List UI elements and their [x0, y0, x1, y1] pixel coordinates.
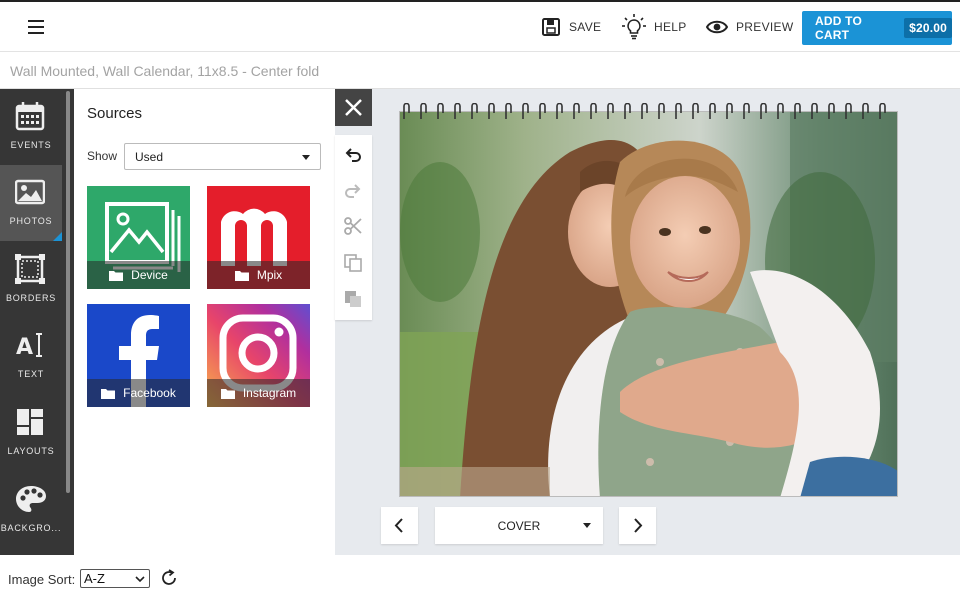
close-icon	[345, 99, 362, 116]
tile-caption: Instagram	[207, 379, 310, 407]
tile-caption: Mpix	[207, 261, 310, 289]
preview-button[interactable]: PREVIEW	[706, 14, 793, 40]
footer-bar: Image Sort: A-Z	[0, 555, 960, 594]
floppy-disk-icon	[542, 18, 560, 36]
image-sort-label: Image Sort:	[8, 572, 76, 587]
chevron-right-icon	[634, 518, 643, 533]
spiral-binding	[403, 103, 886, 119]
tile-caption: Device	[87, 261, 190, 289]
project-title: Wall Mounted, Wall Calendar, 11x8.5 - Ce…	[10, 63, 320, 79]
sidebar-item-label: TEXT	[17, 369, 45, 379]
folder-icon	[234, 270, 249, 281]
eye-icon	[706, 20, 728, 34]
sidebar-item-label: EVENTS	[10, 140, 52, 150]
chevron-down-icon	[135, 576, 145, 583]
sidebar-item-label: BACKGRO...	[0, 523, 62, 533]
folder-icon	[101, 388, 116, 399]
source-tile-device[interactable]: Device	[87, 186, 190, 289]
palette-icon	[16, 486, 46, 512]
undo-icon[interactable]	[343, 145, 363, 165]
hamburger-icon[interactable]	[26, 18, 46, 36]
sidebar-item-photos[interactable]: PHOTOS	[0, 165, 62, 241]
page-select-dropdown[interactable]: COVER	[435, 507, 603, 544]
source-tile-mpix[interactable]: Mpix	[207, 186, 310, 289]
tile-label: Device	[131, 268, 168, 282]
sidebar-item-borders[interactable]: BORDERS	[0, 242, 62, 318]
close-panel-button[interactable]	[335, 89, 372, 126]
refresh-icon[interactable]	[160, 569, 178, 587]
sidebar-item-label: PHOTOS	[9, 216, 53, 226]
photo-icon	[15, 179, 45, 205]
tile-label: Instagram	[242, 386, 297, 400]
sources-title: Sources	[87, 105, 143, 122]
edit-toolbar	[335, 135, 372, 320]
sidebar-item-text[interactable]: A TEXT	[0, 318, 62, 394]
preview-label: PREVIEW	[736, 20, 794, 34]
calendar-icon	[15, 102, 45, 131]
project-title-bar: Wall Mounted, Wall Calendar, 11x8.5 - Ce…	[0, 53, 960, 89]
tile-caption: Facebook	[87, 379, 190, 407]
source-tile-instagram[interactable]: Instagram	[207, 304, 310, 407]
sidebar-item-backgrounds[interactable]: BACKGRO...	[0, 472, 62, 548]
sidebar-scrollbar[interactable]	[66, 91, 70, 493]
copy-icon[interactable]	[343, 253, 363, 273]
save-label: SAVE	[569, 20, 602, 34]
show-label: Show	[87, 149, 118, 163]
active-indicator	[53, 232, 62, 241]
sidebar-item-events[interactable]: EVENTS	[0, 89, 62, 165]
paste-icon[interactable]	[343, 289, 363, 309]
add-to-cart-label: ADD TO CART	[815, 14, 862, 42]
sidebar-item-label: BORDERS	[5, 293, 57, 303]
next-page-button[interactable]	[619, 507, 656, 544]
image-sort-value: A-Z	[84, 571, 105, 586]
chevron-down-icon	[583, 523, 591, 528]
source-tile-facebook[interactable]: Facebook	[87, 304, 190, 407]
add-to-cart-button[interactable]: ADD TO CART $20.00	[802, 11, 952, 45]
current-page-label: COVER	[497, 519, 541, 533]
show-filter-select[interactable]: Used	[124, 143, 321, 170]
sidebar-item-label: LAYOUTS	[7, 446, 55, 456]
svg-text:A: A	[16, 335, 33, 360]
tile-label: Mpix	[256, 268, 283, 282]
calendar-page-photo[interactable]	[399, 111, 898, 497]
left-sidebar: EVENTS PHOTOS BORDERS A TEXT LAYOUTS BAC…	[0, 89, 74, 555]
price-badge: $20.00	[904, 18, 952, 38]
photo-mother-daughter	[400, 112, 897, 496]
help-button[interactable]: HELP	[622, 14, 687, 40]
lightbulb-icon	[622, 14, 646, 40]
redo-icon[interactable]	[343, 181, 363, 201]
sources-panel: Sources Show Used Device Mpix Facebook I…	[74, 89, 335, 555]
cut-icon[interactable]	[343, 216, 363, 236]
folder-icon	[220, 388, 235, 399]
show-filter-value: Used	[135, 150, 164, 164]
app-header: SAVE HELP PREVIEW ADD TO CART $20.00	[0, 2, 960, 52]
text-cursor-icon: A	[16, 333, 42, 360]
layout-grid-icon	[17, 409, 43, 435]
folder-icon	[109, 270, 124, 281]
editor-canvas-area: COVER	[335, 89, 960, 555]
prev-page-button[interactable]	[381, 507, 418, 544]
tile-label: Facebook	[123, 386, 176, 400]
image-sort-select[interactable]: A-Z	[80, 569, 150, 588]
help-label: HELP	[654, 20, 687, 34]
chevron-down-icon	[302, 155, 310, 160]
chevron-left-icon	[394, 518, 403, 533]
border-frame-icon	[15, 254, 45, 284]
save-button[interactable]: SAVE	[541, 14, 601, 40]
sidebar-item-layouts[interactable]: LAYOUTS	[0, 395, 62, 471]
